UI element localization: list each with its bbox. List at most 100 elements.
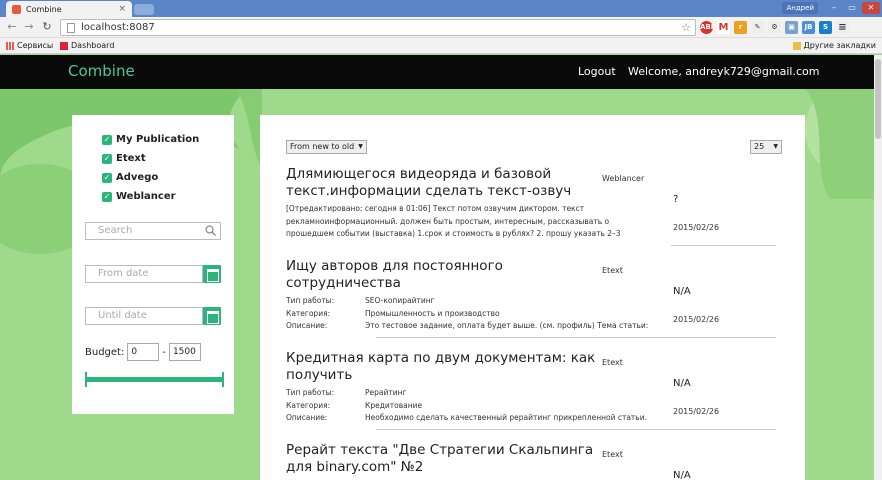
filter-label: My Publication [116,134,200,145]
color-picker-icon[interactable]: ✎ [751,21,764,34]
checkbox-checked-icon[interactable]: ✓ [102,191,112,202]
jetbrains-icon[interactable]: JB [802,21,815,34]
until-date-placeholder: Until date [98,310,147,321]
budget-range: Budget: 0 - 1500 [85,343,201,361]
job-source: Weblancer [602,174,645,183]
job-title-link[interactable]: Длямиющегося видеоряда и базовой текст.и… [286,166,606,200]
apps-grid-icon [6,41,14,50]
new-tab-button[interactable] [134,4,154,15]
job-item: Длямиющегося видеоряда и базовой текст.и… [286,166,786,246]
reload-icon[interactable]: ↻ [40,20,54,34]
job-price: N/A [673,470,691,480]
slider-range-fill [85,377,224,382]
window-maximize-button[interactable]: ▭ [844,2,860,14]
item-divider [376,337,706,338]
budget-min-input[interactable]: 0 [127,343,160,361]
budget-label: Budget: [85,346,125,358]
filter-label: Weblancer [116,191,176,202]
job-date: 2015/02/26 [673,223,720,232]
job-source: Etext [602,450,623,459]
sort-order-select[interactable]: From new to old ▼ [286,140,367,154]
profile-badge[interactable]: Андрей [782,2,818,14]
job-date: 2015/02/26 [673,407,720,416]
scrollbar-thumb[interactable] [875,59,881,139]
page-scrollbar[interactable] [874,55,882,480]
window-close-button[interactable]: ✕ [862,2,880,14]
bookmark-other-label: Другие закладки [803,41,877,50]
app-header: Combine Logout Welcome, andreyk729@gmail… [0,55,882,89]
menu-icon[interactable]: ≡ [836,21,849,34]
browser-tab[interactable]: Combine × [6,1,132,17]
job-title-link[interactable]: Кредитная карта по двум документам: как … [286,350,606,384]
from-date-field[interactable]: From date [85,265,203,283]
browser-toolbar: ← → ↻ localhost:8087 ☆ ABP M r ✎ ⚙ ▣ JB … [0,17,882,38]
bookmarks-bar: Сервисы Dashboard Другие закладки [0,38,882,54]
filter-sidebar: ✓ My Publication ✓ Etext ✓ Advego ✓ Webl… [72,115,234,414]
forward-arrow-icon[interactable]: → [22,20,36,34]
dropdown-arrow-icon: ▼ [773,143,778,150]
filter-label: Etext [116,153,146,164]
checkbox-checked-icon[interactable]: ✓ [102,153,112,164]
job-price: N/A [673,286,691,297]
slider-min-handle[interactable] [85,372,87,387]
dashboard-favicon-icon [60,41,68,50]
bookmark-star-icon[interactable]: ☆ [681,21,691,34]
app-favicon-icon [12,4,21,14]
job-listing-panel: From new to old ▼ 25 ▼ Длямиющегося виде… [260,115,805,480]
job-description: [Отредактировано: сегодня в 01:06] Текст… [286,204,621,238]
filter-advego[interactable]: ✓ Advego [102,172,158,183]
job-title-link[interactable]: Ищу авторов для постоянного сотрудничест… [286,258,606,292]
welcome-text: Welcome, andreyk729@gmail.com [628,65,820,78]
extension-icons: ABP M r ✎ ⚙ ▣ JB S ≡ [700,21,849,34]
screenshot-icon[interactable]: ▣ [785,21,798,34]
bookmark-other[interactable]: Другие закладки [792,40,877,51]
per-page-select[interactable]: 25 ▼ [750,140,782,154]
filter-weblancer[interactable]: ✓ Weblancer [102,191,176,202]
extension-orange-icon[interactable]: r [734,21,747,34]
extension-s-icon[interactable]: S [819,21,832,34]
budget-separator: - [162,346,166,358]
logout-link[interactable]: Logout [578,65,616,78]
job-detail-row: Тип работы: SEO-копирайтинг [286,296,435,305]
budget-slider[interactable] [85,372,224,387]
budget-max-input[interactable]: 1500 [168,343,201,361]
from-date-calendar-icon[interactable] [203,265,221,283]
job-source: Etext [602,266,623,275]
checkbox-checked-icon[interactable]: ✓ [102,172,112,183]
job-item: Кредитная карта по двум документам: как … [286,350,786,430]
filter-etext[interactable]: ✓ Etext [102,153,146,164]
slider-max-handle[interactable] [222,372,224,387]
from-date-placeholder: From date [98,268,149,279]
window-minimize-button[interactable]: – [826,2,842,14]
search-input[interactable]: Search [85,222,221,240]
until-date-field[interactable]: Until date [85,307,203,325]
brand-logo[interactable]: Combine [68,62,135,80]
adblock-icon[interactable]: ABP [700,21,716,34]
bookmark-dashboard-label: Dashboard [71,41,115,50]
tab-close-icon[interactable]: × [118,4,126,14]
job-title-link[interactable]: Рерайт текста "Две Стратегии Скальпинга … [286,442,606,476]
back-arrow-icon[interactable]: ← [5,20,19,34]
filter-my-publication[interactable]: ✓ My Publication [102,134,199,145]
address-bar[interactable]: localhost:8087 ☆ [60,19,696,36]
filter-label: Advego [116,172,159,183]
folder-icon [792,41,801,50]
job-detail-row: Тип работы: Рерайтинг [286,388,407,397]
item-divider [376,429,706,430]
job-price: N/A [673,378,691,389]
bookmark-apps-label: Сервисы [17,41,54,50]
browser-tab-bar: Combine × Андрей – ▭ ✕ [0,0,882,17]
url-text: localhost:8087 [81,22,155,33]
search-icon[interactable] [205,225,216,236]
job-price: ? [673,194,679,205]
gmail-icon[interactable]: M [717,21,730,34]
checkbox-checked-icon[interactable]: ✓ [102,134,112,145]
per-page-value: 25 [754,142,765,151]
bookmark-dashboard[interactable]: Dashboard [60,40,114,51]
bookmark-apps[interactable]: Сервисы [6,40,53,51]
until-date-calendar-icon[interactable] [203,307,221,325]
dropdown-arrow-icon: ▼ [358,143,363,150]
settings-gear-icon[interactable]: ⚙ [768,21,781,34]
job-item: Ищу авторов для постоянного сотрудничест… [286,258,786,338]
tab-title: Combine [26,4,62,14]
